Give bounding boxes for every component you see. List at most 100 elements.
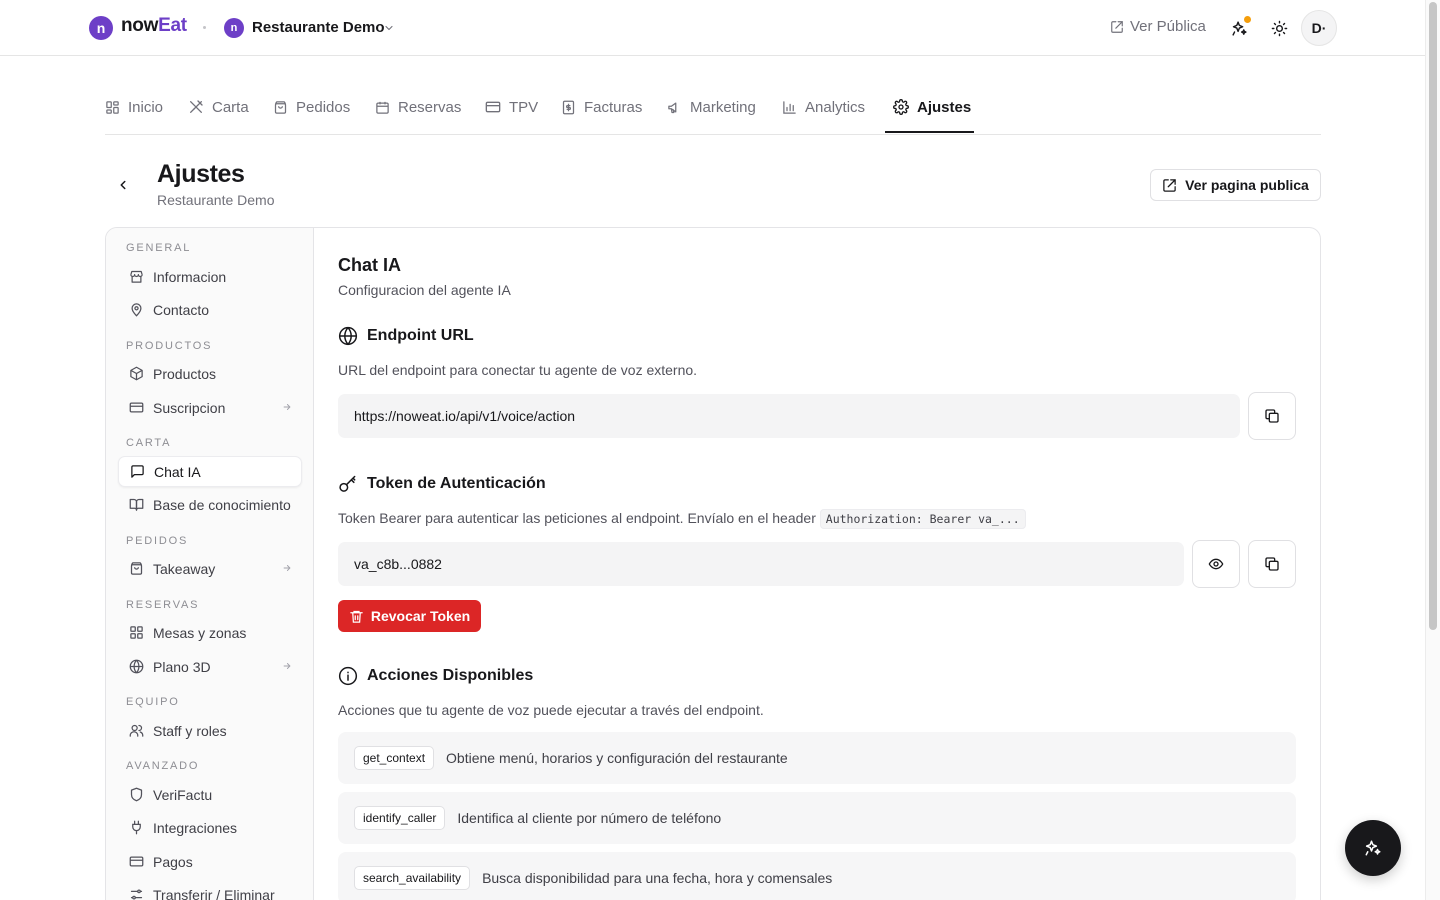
- sidebar-item-integraciones[interactable]: Integraciones: [118, 812, 302, 843]
- external-link-icon: [1162, 178, 1177, 193]
- sidebar-item-suscripcion[interactable]: Suscripcion: [118, 392, 302, 423]
- tab-facturas[interactable]: Facturas: [561, 80, 642, 134]
- ai-assistant-fab[interactable]: [1345, 820, 1401, 876]
- action-text: Obtiene menú, horarios y configuración d…: [446, 750, 788, 766]
- shopping-bag-icon: [129, 561, 144, 576]
- ai-sparkles-button[interactable]: [1225, 14, 1253, 42]
- gear-icon: [893, 99, 909, 115]
- sidebar-group-avanzado: AVANZADO: [126, 760, 200, 772]
- sidebar-group-productos: PRODUCTOS: [126, 340, 213, 352]
- auth-header-code: Authorization: Bearer va_...: [819, 509, 1026, 529]
- sidebar-item-mesas-zonas[interactable]: Mesas y zonas: [118, 617, 302, 648]
- sidebar-item-pagos[interactable]: Pagos: [118, 846, 302, 877]
- card-icon: [485, 99, 501, 115]
- back-button[interactable]: [111, 173, 135, 197]
- action-text: Identifica al cliente por número de telé…: [457, 810, 722, 826]
- eye-icon: [1208, 556, 1224, 572]
- settings-sliders-icon: [129, 887, 144, 900]
- sidebar-item-chat-ia[interactable]: Chat IA: [118, 456, 302, 487]
- tab-reservas[interactable]: Reservas: [375, 80, 461, 134]
- globe-icon: [338, 326, 358, 346]
- theme-toggle-button[interactable]: [1265, 14, 1293, 42]
- sidebar-item-takeaway[interactable]: Takeaway: [118, 553, 302, 584]
- sidebar-item-verifactu[interactable]: VeriFactu: [118, 779, 302, 810]
- arrow-right-icon: [282, 563, 292, 573]
- action-code: get_context: [354, 746, 435, 770]
- sidebar-group-reservas: RESERVAS: [126, 599, 200, 611]
- sidebar-group-carta: CARTA: [126, 437, 172, 449]
- plug-icon: [129, 820, 144, 835]
- brand-logo[interactable]: nowEat: [121, 15, 187, 37]
- section-subtitle: Configuracion del agente IA: [338, 282, 511, 298]
- sidebar-item-transferir-eliminar[interactable]: Transferir / Eliminar: [118, 879, 302, 900]
- calendar-icon: [375, 100, 390, 115]
- sparkles-icon: [1364, 839, 1382, 857]
- settings-card: GENERAL Informacion Contacto PRODUCTOS P…: [105, 227, 1321, 900]
- user-avatar[interactable]: D·: [1301, 10, 1337, 46]
- tab-analytics[interactable]: Analytics: [782, 80, 865, 134]
- show-token-button[interactable]: [1192, 540, 1240, 588]
- wallet-icon: [129, 854, 144, 869]
- action-item: search_availability Busca disponibilidad…: [338, 852, 1296, 900]
- token-field[interactable]: va_c8b...0882: [338, 542, 1184, 586]
- sidebar-item-contacto[interactable]: Contacto: [118, 294, 302, 325]
- tab-tpv[interactable]: TPV: [485, 80, 538, 134]
- key-icon: [338, 474, 358, 494]
- arrow-right-icon: [282, 402, 292, 412]
- grid-icon: [105, 100, 120, 115]
- sidebar-item-base-conocimiento[interactable]: Base de conocimiento: [118, 489, 302, 520]
- sidebar-item-informacion[interactable]: Informacion: [118, 261, 302, 292]
- megaphone-icon: [667, 100, 682, 115]
- tab-marketing[interactable]: Marketing: [667, 80, 756, 134]
- token-heading: Token de Autenticación: [338, 474, 546, 494]
- map-pin-icon: [129, 302, 144, 317]
- action-text: Busca disponibilidad para una fecha, hor…: [482, 870, 833, 886]
- store-icon: [129, 269, 144, 284]
- page-title: Ajustes: [157, 160, 245, 188]
- action-item: identify_caller Identifica al cliente po…: [338, 792, 1296, 844]
- actions-description: Acciones que tu agente de voz puede ejec…: [338, 702, 764, 718]
- copy-icon: [1264, 556, 1280, 572]
- logo-mark[interactable]: n: [89, 16, 113, 40]
- sidebar-item-productos[interactable]: Productos: [118, 358, 302, 389]
- copy-endpoint-button[interactable]: [1248, 392, 1296, 440]
- page-subtitle: Restaurante Demo: [157, 192, 275, 208]
- sidebar-item-staff-roles[interactable]: Staff y roles: [118, 715, 302, 746]
- sidebar-group-equipo: EQUIPO: [126, 696, 180, 708]
- chevron-down-icon[interactable]: [383, 22, 395, 34]
- endpoint-url-field[interactable]: https://noweat.io/api/v1/voice/action: [338, 394, 1240, 438]
- actions-heading: Acciones Disponibles: [338, 666, 533, 686]
- globe-icon: [129, 659, 144, 674]
- notification-dot: [1244, 16, 1251, 23]
- restaurant-selector[interactable]: Restaurante Demo: [252, 19, 385, 36]
- credit-card-icon: [129, 400, 144, 415]
- tab-inicio[interactable]: Inicio: [105, 80, 163, 134]
- tab-pedidos[interactable]: Pedidos: [273, 80, 350, 134]
- scrollbar-thumb[interactable]: [1429, 2, 1437, 630]
- token-description: Token Bearer para autenticar las peticio…: [338, 509, 1026, 529]
- main-nav-tabs: Inicio Carta Pedidos Reservas TPV Factur…: [105, 80, 1321, 135]
- sidebar-group-general: GENERAL: [126, 242, 192, 254]
- sun-icon: [1271, 20, 1288, 37]
- tab-carta[interactable]: Carta: [188, 80, 249, 134]
- bar-chart-icon: [782, 100, 797, 115]
- sidebar-item-plano-3d[interactable]: Plano 3D: [118, 651, 302, 682]
- chevron-left-icon: [116, 178, 130, 192]
- section-title: Chat IA: [338, 255, 401, 275]
- copy-token-button[interactable]: [1248, 540, 1296, 588]
- tab-ajustes[interactable]: Ajustes: [893, 80, 971, 134]
- restaurant-avatar[interactable]: n: [224, 18, 244, 38]
- message-square-icon: [130, 464, 145, 479]
- shield-icon: [129, 787, 144, 802]
- bag-icon: [273, 100, 288, 115]
- header-separator: [203, 26, 206, 29]
- external-link-icon: [1110, 20, 1124, 34]
- info-icon: [338, 666, 358, 686]
- view-public-link[interactable]: Ver Pública: [1110, 18, 1206, 35]
- action-item: get_context Obtiene menú, horarios y con…: [338, 732, 1296, 784]
- settings-sidebar: GENERAL Informacion Contacto PRODUCTOS P…: [106, 228, 314, 900]
- endpoint-description: URL del endpoint para conectar tu agente…: [338, 362, 698, 378]
- copy-icon: [1264, 408, 1280, 424]
- view-public-page-button[interactable]: Ver pagina publica: [1150, 169, 1321, 201]
- revoke-token-button[interactable]: Revocar Token: [338, 600, 481, 632]
